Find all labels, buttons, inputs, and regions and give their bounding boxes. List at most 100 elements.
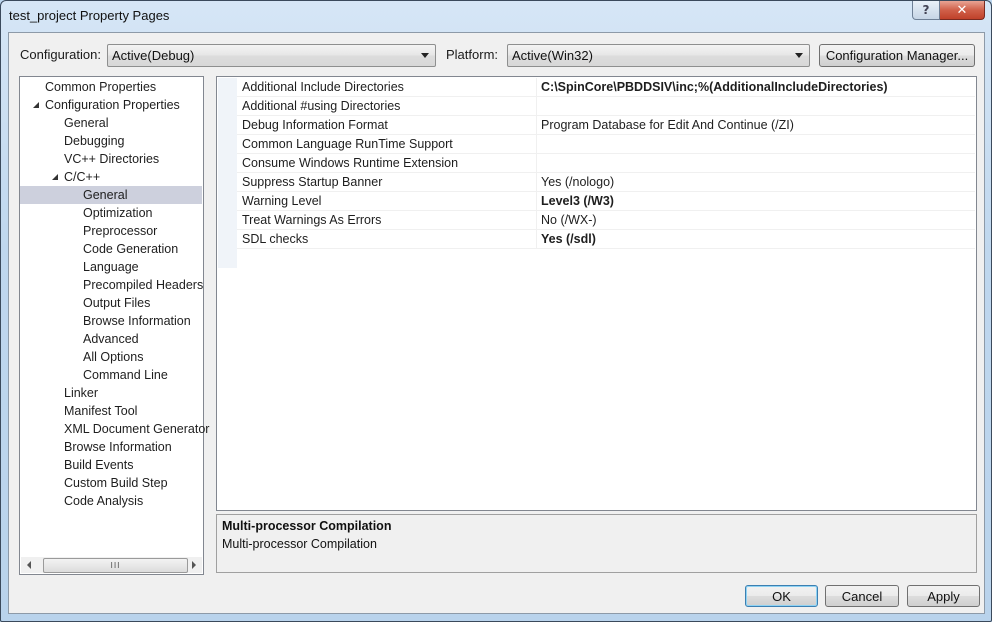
tree-horizontal-scrollbar[interactable]: III xyxy=(21,557,202,573)
property-value[interactable] xyxy=(536,135,979,153)
apply-button[interactable]: Apply xyxy=(907,585,980,607)
tree-item-label: Linker xyxy=(64,386,99,400)
property-tree[interactable]: Common Properties Configuration Propertie… xyxy=(19,76,209,575)
tree-item-label: VC++ Directories xyxy=(64,152,160,166)
platform-dropdown[interactable]: Active(Win32) xyxy=(507,44,810,67)
property-name: Common Language RunTime Support xyxy=(242,137,453,151)
property-name: Additional #using Directories xyxy=(242,99,401,113)
property-row[interactable]: Suppress Startup Banner Yes (/nologo) xyxy=(237,173,975,192)
chevron-down-icon xyxy=(795,53,803,58)
property-value[interactable]: C:\SpinCore\PBDDSIV\inc;%(AdditionalIncl… xyxy=(536,78,979,96)
property-row[interactable]: Additional Include Directories C:\SpinCor… xyxy=(237,78,975,97)
tree-item[interactable]: General xyxy=(20,186,202,204)
tree-item[interactable]: Code Analysis xyxy=(20,492,202,510)
expand-arrow-icon[interactable] xyxy=(51,478,57,488)
expand-arrow-icon[interactable] xyxy=(51,496,57,506)
property-name: Treat Warnings As Errors xyxy=(242,213,382,227)
tree-item[interactable]: Debugging xyxy=(20,132,202,150)
tree-item[interactable]: General xyxy=(20,114,202,132)
tree-item[interactable]: Common Properties xyxy=(20,78,202,96)
caption-buttons: ? ✕ xyxy=(912,1,985,21)
dialog-client-area: Configuration: Active(Debug) Platform: A… xyxy=(8,32,985,614)
ok-button[interactable]: OK xyxy=(745,585,818,607)
tree-item-label: Browse Information xyxy=(83,314,191,328)
tree-item[interactable]: Language xyxy=(20,258,202,276)
property-row[interactable]: Debug Information Format Program Database… xyxy=(237,116,975,135)
tree-item-label: Common Properties xyxy=(45,80,157,94)
cancel-button[interactable]: Cancel xyxy=(825,585,899,607)
property-value[interactable] xyxy=(536,97,979,115)
tree-item[interactable]: All Options xyxy=(20,348,202,366)
property-grid: Additional Include Directories C:\SpinCor… xyxy=(216,76,977,511)
property-value[interactable]: Yes (/nologo) xyxy=(536,173,979,191)
property-row[interactable]: SDL checks Yes (/sdl) xyxy=(237,230,975,249)
scrollbar-thumb[interactable]: III xyxy=(43,558,188,573)
tree-item[interactable]: Linker xyxy=(20,384,202,402)
property-row[interactable]: Consume Windows Runtime Extension xyxy=(237,154,975,173)
property-name: SDL checks xyxy=(242,232,309,246)
tree-item-label: Precompiled Headers xyxy=(83,278,204,292)
tree-item[interactable]: VC++ Directories xyxy=(20,150,202,168)
configuration-label: Configuration: xyxy=(20,47,101,62)
tree-item[interactable]: Precompiled Headers xyxy=(20,276,204,294)
tree-item[interactable]: Code Generation xyxy=(20,240,202,258)
help-button[interactable]: ? xyxy=(912,1,940,20)
configuration-manager-button[interactable]: Configuration Manager... xyxy=(819,44,975,67)
property-value[interactable]: Level3 (/W3) xyxy=(536,192,979,210)
tree-item-label: General xyxy=(83,188,128,202)
tree-item[interactable]: Browse Information xyxy=(20,312,202,330)
tree-item-label: Code Analysis xyxy=(64,494,144,508)
property-row[interactable]: Treat Warnings As Errors No (/WX-) xyxy=(237,211,975,230)
expand-arrow-icon[interactable] xyxy=(51,460,57,470)
tree-item-label: Custom Build Step xyxy=(64,476,168,490)
tree-item-label: Browse Information xyxy=(64,440,172,454)
grid-gutter xyxy=(218,78,237,268)
tree-item[interactable]: Advanced xyxy=(20,330,202,348)
scroll-left-arrow-icon[interactable] xyxy=(27,561,31,569)
expand-arrow-icon[interactable] xyxy=(51,388,57,398)
tree-item[interactable]: Preprocessor xyxy=(20,222,202,240)
tree-item[interactable]: Configuration Properties xyxy=(20,96,202,114)
property-value[interactable]: Yes (/sdl) xyxy=(536,230,979,248)
tree-item-label: Configuration Properties xyxy=(45,98,180,112)
tree-item-label: Output Files xyxy=(83,296,151,310)
tree-item-label: Language xyxy=(83,260,139,274)
configuration-dropdown[interactable]: Active(Debug) xyxy=(107,44,436,67)
close-button[interactable]: ✕ xyxy=(940,1,985,20)
expand-arrow-icon[interactable] xyxy=(51,406,57,416)
property-value[interactable] xyxy=(536,154,979,172)
property-row[interactable]: Common Language RunTime Support xyxy=(237,135,975,154)
property-row[interactable]: Additional #using Directories xyxy=(237,97,975,116)
tree-item[interactable]: Command Line xyxy=(20,366,202,384)
property-name: Warning Level xyxy=(242,194,322,208)
expand-arrow-icon[interactable] xyxy=(51,442,57,452)
tree-item-label: Advanced xyxy=(83,332,139,346)
description-panel: Multi-processor Compilation Multi-proces… xyxy=(216,514,977,573)
tree-item-label: Debugging xyxy=(64,134,125,148)
tree-item-label: XML Document Generator xyxy=(64,422,210,436)
scroll-right-arrow-icon[interactable] xyxy=(192,561,196,569)
title-bar[interactable]: test_project Property Pages ? ✕ xyxy=(1,1,991,33)
question-mark-icon: ? xyxy=(922,3,930,17)
expand-arrow-icon[interactable] xyxy=(51,424,57,434)
property-value[interactable]: Program Database for Edit And Continue (… xyxy=(536,116,979,134)
tree-item[interactable]: Browse Information xyxy=(20,438,202,456)
tree-item[interactable]: XML Document Generator xyxy=(20,420,209,438)
tree-item-label: Command Line xyxy=(83,368,168,382)
tree-item-label: Preprocessor xyxy=(83,224,158,238)
tree-item-label: Code Generation xyxy=(83,242,179,256)
tree-item[interactable]: Build Events xyxy=(20,456,202,474)
tree-item[interactable]: Manifest Tool xyxy=(20,402,202,420)
window-title: test_project Property Pages xyxy=(9,8,170,23)
collapse-arrow-icon[interactable] xyxy=(52,174,58,180)
chevron-down-icon xyxy=(421,53,429,58)
expand-arrow-icon[interactable] xyxy=(32,82,38,92)
property-name: Debug Information Format xyxy=(242,118,388,132)
tree-item[interactable]: C/C++ xyxy=(20,168,202,186)
property-row[interactable]: Warning Level Level3 (/W3) xyxy=(237,192,975,211)
tree-item[interactable]: Output Files xyxy=(20,294,202,312)
collapse-arrow-icon[interactable] xyxy=(33,102,39,108)
property-value[interactable]: No (/WX-) xyxy=(536,211,979,229)
tree-item[interactable]: Custom Build Step xyxy=(20,474,202,492)
tree-item[interactable]: Optimization xyxy=(20,204,202,222)
